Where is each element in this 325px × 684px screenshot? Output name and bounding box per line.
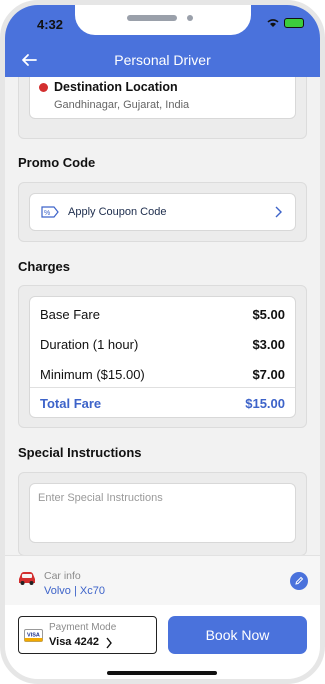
wifi-icon bbox=[267, 19, 279, 27]
svg-text:%: % bbox=[44, 210, 50, 217]
charges-section-title: Charges bbox=[18, 259, 71, 274]
charge-row: Base Fare $5.00 bbox=[40, 299, 285, 329]
charge-amount: $3.00 bbox=[252, 336, 285, 352]
speaker-pill bbox=[127, 15, 177, 21]
book-now-button[interactable]: Book Now bbox=[168, 616, 307, 654]
destination-inner: Destination Location Gandhinagar, Gujara… bbox=[29, 77, 296, 119]
charge-label: Minimum ($15.00) bbox=[40, 366, 145, 382]
charges-inner: Base Fare $5.00 Duration (1 hour) $3.00 … bbox=[29, 296, 296, 418]
instructions-card: Enter Special Instructions bbox=[18, 472, 307, 555]
notch bbox=[75, 5, 251, 35]
coupon-label: Apply Coupon Code bbox=[68, 206, 167, 218]
total-row: Total Fare $15.00 bbox=[40, 388, 285, 418]
car-info-bar: Car info Volvo | Xc70 bbox=[5, 555, 320, 605]
svg-text:VISA: VISA bbox=[27, 633, 40, 639]
charge-amount: $5.00 bbox=[252, 306, 285, 322]
chevron-right-icon bbox=[275, 206, 282, 218]
payment-value: Visa 4242 bbox=[49, 636, 99, 648]
charge-row: Minimum ($15.00) $7.00 bbox=[40, 359, 285, 389]
payment-mode-selector[interactable]: VISA Payment Mode Visa 4242 bbox=[18, 616, 157, 654]
coupon-tag-icon: % bbox=[41, 206, 59, 218]
chevron-right-icon bbox=[106, 637, 112, 649]
bottom-action-bar: VISA Payment Mode Visa 4242 Book Now bbox=[5, 605, 320, 679]
app-bar: Personal Driver bbox=[5, 45, 320, 77]
destination-address: Gandhinagar, Gujarat, India bbox=[54, 99, 190, 111]
destination-title: Destination Location bbox=[54, 80, 178, 94]
status-icons bbox=[267, 18, 304, 28]
phone-frame: 4:32 Personal Driver Destination Locatio… bbox=[0, 0, 325, 684]
car-icon bbox=[19, 572, 35, 585]
charge-amount: $7.00 bbox=[252, 366, 285, 382]
destination-card: Destination Location Gandhinagar, Gujara… bbox=[18, 77, 307, 139]
home-indicator bbox=[107, 671, 217, 675]
charge-label: Base Fare bbox=[40, 306, 100, 322]
instructions-section-title: Special Instructions bbox=[18, 445, 142, 460]
car-info-value: Volvo | Xc70 bbox=[44, 585, 105, 597]
charges-card: Base Fare $5.00 Duration (1 hour) $3.00 … bbox=[18, 285, 307, 428]
car-info-label: Car info bbox=[44, 570, 81, 582]
charge-row: Duration (1 hour) $3.00 bbox=[40, 329, 285, 359]
charge-label: Duration (1 hour) bbox=[40, 336, 139, 352]
destination-dot-icon bbox=[39, 83, 48, 92]
instructions-placeholder: Enter Special Instructions bbox=[38, 492, 163, 504]
pencil-icon bbox=[295, 576, 304, 585]
status-bar: 4:32 bbox=[5, 5, 320, 45]
instructions-input[interactable]: Enter Special Instructions bbox=[29, 483, 296, 543]
status-time: 4:32 bbox=[37, 17, 64, 32]
camera-dot bbox=[187, 15, 193, 21]
scroll-content[interactable]: Destination Location Gandhinagar, Gujara… bbox=[5, 77, 320, 555]
visa-card-icon: VISA bbox=[24, 629, 43, 642]
total-amount: $15.00 bbox=[245, 395, 285, 411]
payment-label: Payment Mode bbox=[49, 622, 117, 633]
total-label: Total Fare bbox=[40, 395, 102, 411]
promo-card: % Apply Coupon Code bbox=[18, 182, 307, 242]
battery-icon bbox=[284, 18, 304, 28]
promo-section-title: Promo Code bbox=[18, 155, 96, 170]
edit-car-button[interactable] bbox=[290, 572, 308, 590]
apply-coupon-button[interactable]: % Apply Coupon Code bbox=[29, 193, 296, 231]
page-title: Personal Driver bbox=[114, 52, 211, 68]
